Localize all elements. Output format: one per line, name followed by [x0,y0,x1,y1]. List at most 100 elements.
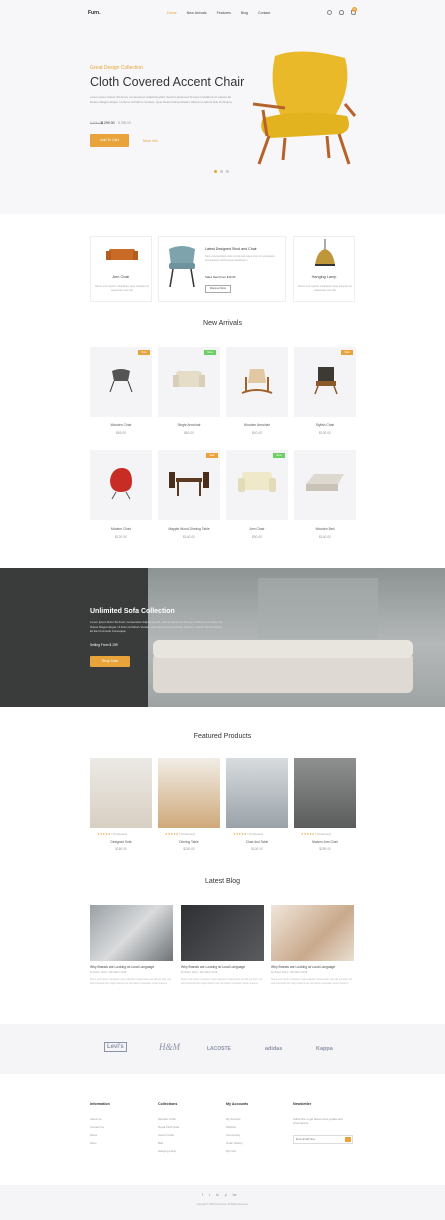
footer-heading: My Accounts [226,1102,249,1106]
slider-dot[interactable] [226,170,229,173]
product-card[interactable]: Sale [158,450,220,520]
blog-post-title[interactable]: Why Brands are Looking at Local Language [181,965,266,969]
blog-post-title[interactable]: Why Brands are Looking at Local Language [271,965,356,969]
product-card[interactable]: New [226,450,288,520]
nav-home[interactable]: Home [167,11,177,15]
product-price: $140.00 [183,535,195,539]
blog-post-image[interactable] [181,905,264,961]
twitter-icon[interactable]: t [209,1193,210,1197]
hero-subtitle: Great Design Collection [90,65,143,71]
hero-price: $ 299.00 [101,121,115,125]
nav-blog[interactable]: Blog [241,11,248,15]
newsletter-submit-button[interactable] [345,1137,351,1142]
nav-contact[interactable]: Contact [258,11,270,15]
slider-dot[interactable] [214,170,217,173]
brand-logo-levis[interactable]: Levi's [104,1042,127,1052]
slider-dot[interactable] [220,170,223,173]
blog-post-excerpt: Nemo enim ipsam voluptatem quia voluptas… [90,979,172,985]
cart-count-badge: 0 [352,7,357,12]
rating-stars: ★★★★★ (10 Review) [301,832,332,836]
blog-post-meta: By Robert Norby / 18th March 2018 [271,972,308,974]
category-sale-text: Sales Start From $10.00 [205,275,236,279]
footer-link[interactable]: Wooden Chair [158,1117,176,1121]
hero-title: Cloth Covered Accent Chair [90,75,245,89]
footer-link[interactable]: Royal Cloth Sofa [158,1125,179,1129]
product-card[interactable] [90,450,152,520]
product-price: $65.00 [115,431,127,435]
footer-link[interactable]: My Cart [226,1149,236,1153]
product-name[interactable]: Wooden Chair [90,423,152,427]
product-name[interactable]: Designed Sofa [90,840,152,844]
add-to-cart-button[interactable]: Add To Cart [90,134,129,147]
blog-post-meta: By Robert Norby / 18th March 2018 [181,972,218,974]
footer-link[interactable]: Bed [158,1141,163,1145]
hero-slider-dots [214,170,229,173]
blog-post-image[interactable] [271,905,354,961]
featured-product-image[interactable] [294,758,356,828]
product-card[interactable]: Sale [90,347,152,417]
search-icon[interactable] [327,10,332,15]
product-price: $299.00 [319,847,331,851]
footer-link[interactable]: My Account [226,1117,240,1121]
new-badge: New [273,453,285,458]
behance-icon[interactable]: be [233,1193,237,1197]
discover-more-button[interactable]: Discover More [205,285,231,293]
brand-logo-kappa[interactable]: Kappa [316,1046,333,1052]
brand-logo-lacoste[interactable]: LACOSTE [207,1046,231,1052]
product-price: $140.00 [319,535,331,539]
featured-product-image[interactable] [226,758,288,828]
product-card[interactable] [294,450,356,520]
category-card-arm-chair[interactable]: Arm Chair Nemo enim ipsam voluptatem qui… [90,236,152,302]
blog-post-title[interactable]: Why Brands are Looking at Local Language [90,965,175,969]
facebook-icon[interactable]: f [202,1193,203,1197]
blog-post-meta: By Robert Norby / 18th March 2018 [90,972,127,974]
user-icon[interactable] [339,10,344,15]
banner-title: Unlimited Sofa Collection [90,608,175,615]
footer-link[interactable]: Contact Us [90,1125,104,1129]
nav-new-arrivals[interactable]: New Arrivals [187,11,207,15]
shop-now-button[interactable]: Shop Now [90,656,130,667]
product-name[interactable]: Modern Arm Chair [294,840,356,844]
product-name[interactable]: Mapple Wood Dinning Table [158,527,220,531]
product-card[interactable]: Sale [294,347,356,417]
product-name[interactable]: Wooden Armchair [226,423,288,427]
pinterest-icon[interactable]: p [225,1193,227,1197]
nav-features[interactable]: Features [217,11,231,15]
featured-product-image[interactable] [90,758,152,828]
product-card[interactable]: New [158,347,220,417]
new-arrivals-title: New Arrivals [203,320,242,327]
blog-post-image[interactable] [90,905,173,961]
footer-link[interactable]: Hanging Lamp [158,1149,176,1153]
newsletter-email-input[interactable] [293,1135,353,1144]
category-card-hanging-lamp[interactable]: Hanging Lamp Nemo enim ipsam voluptatem … [293,236,355,302]
footer-link[interactable]: Store [90,1141,97,1145]
main-nav: Home New Arrivals Features Blog Contact [167,11,270,15]
brand-logo-adidas[interactable]: adidas [265,1046,282,1052]
footer-link[interactable]: Accent Chair [158,1133,174,1137]
brand-logo-hm[interactable]: H&M [159,1042,180,1052]
footer-link[interactable]: Wishlist [226,1125,236,1129]
featured-product-image[interactable] [158,758,220,828]
product-price: $100.00 [319,431,331,435]
sofa-collection-banner: Unlimited Sofa Collection Lorem Ipsum Do… [0,568,445,707]
product-name[interactable]: Wooden Bed [294,527,356,531]
product-name[interactable]: Dinning Table [158,840,220,844]
site-logo[interactable]: Furn. [88,10,101,16]
wooden-bed-image [306,474,344,491]
footer-link[interactable]: About Us [90,1117,102,1121]
footer-link[interactable]: News [90,1133,97,1137]
product-name[interactable]: Stylish Chair [294,423,356,427]
footer-link[interactable]: Order History [226,1141,243,1145]
footer-link[interactable]: Community [226,1133,240,1137]
linkedin-icon[interactable]: in [216,1193,219,1197]
more-info-link[interactable]: More Info [143,139,158,143]
category-card-stool[interactable]: Latest Designed Stool and Chair Sed ut p… [158,236,286,302]
product-name[interactable]: Single Armchair [158,423,220,427]
product-card[interactable] [226,347,288,417]
product-name[interactable]: Arm Chair [226,527,288,531]
stylish-chair-image [314,367,338,395]
product-name[interactable]: Chair And Table [226,840,288,844]
product-price: $120.00 [115,535,127,539]
blog-post-excerpt: Nemo enim ipsam voluptatem quia voluptas… [181,979,263,985]
product-name[interactable]: Modern Chair [90,527,152,531]
